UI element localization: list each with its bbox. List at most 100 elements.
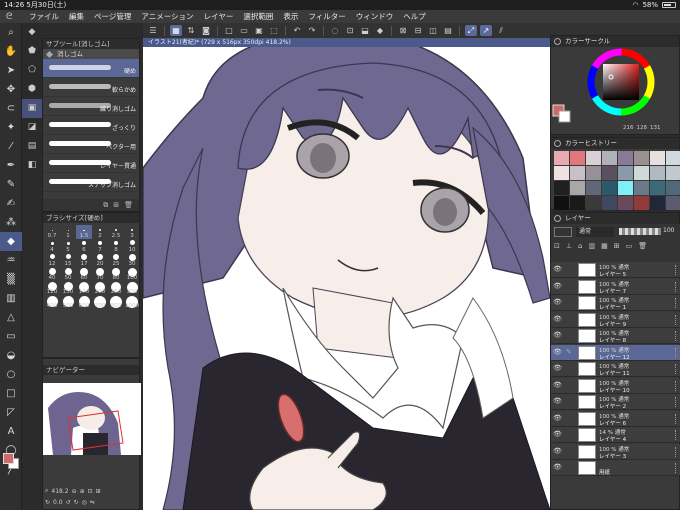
brush-item[interactable]: 軟らかめ <box>43 78 139 97</box>
layer-mask-icon[interactable]: ▦ <box>601 242 608 250</box>
menu-filter[interactable]: フィルター <box>303 11 350 22</box>
ruler-tool-icon[interactable]: ◸ <box>0 403 22 422</box>
zoom-in-icon[interactable]: ⊕ <box>80 488 85 495</box>
brush-size-cell[interactable]: 3 <box>124 225 140 239</box>
layer-drag-handle[interactable] <box>675 397 678 407</box>
subtool-soft-icon[interactable]: ⬟ <box>22 42 42 61</box>
gradient-tool-icon[interactable]: ▥ <box>0 289 22 308</box>
layer-status-icon[interactable] <box>566 463 574 473</box>
color-history-swatch[interactable] <box>650 151 665 165</box>
figure-tool-icon[interactable]: △ <box>0 308 22 327</box>
drawing-canvas[interactable] <box>143 38 550 510</box>
layer-folder-icon[interactable]: ▭ <box>626 242 633 250</box>
brush-size-cell[interactable]: 1.5 <box>76 225 92 239</box>
brush-size-cell[interactable]: 300 <box>124 281 140 295</box>
layer-status-icon[interactable] <box>566 447 574 457</box>
eye-icon[interactable]: 👁 <box>553 282 563 290</box>
brush-size-cell[interactable]: 500 <box>60 295 76 309</box>
color-history-swatch[interactable] <box>554 196 569 210</box>
airbrush-tool-icon[interactable]: ⁂ <box>0 213 22 232</box>
brush-size-cell[interactable]: 150 <box>60 281 76 295</box>
eyedropper-icon[interactable]: ⁄ <box>0 137 22 156</box>
brush-size-cell[interactable]: 1000 <box>124 295 140 309</box>
eye-icon[interactable]: 👁 <box>553 299 563 306</box>
brush-size-cell[interactable]: 20 <box>92 253 108 267</box>
brush-size-cell[interactable]: 10 <box>124 239 140 253</box>
brush-size-cell[interactable]: 6 <box>76 239 92 253</box>
redo-icon[interactable]: ↷ <box>306 25 318 36</box>
brush-size-cell[interactable]: 2.5 <box>108 225 124 239</box>
menu-edit[interactable]: 編集 <box>64 11 89 22</box>
eye-icon[interactable]: 👁 <box>553 348 563 356</box>
fill-tool-icon[interactable]: ▒ <box>0 270 22 289</box>
eye-icon[interactable]: 👁 <box>553 381 563 389</box>
color-history-swatch[interactable] <box>554 181 569 195</box>
eye-icon[interactable]: 👁 <box>553 332 563 339</box>
eye-icon[interactable]: 👁 <box>553 398 563 405</box>
rotate-left-icon[interactable]: ↺ <box>66 499 71 506</box>
new-file-icon[interactable]: □ <box>223 25 235 36</box>
subtool-tab-eraser[interactable]: 消しゴム <box>43 49 139 59</box>
layer-drag-handle[interactable] <box>675 430 678 440</box>
color-history-swatch[interactable] <box>554 166 569 180</box>
undo-icon[interactable]: ↶ <box>291 25 303 36</box>
color-history-swatch[interactable] <box>666 181 680 195</box>
layer-row[interactable]: 👁 ✎ 100 % 通常 レイヤー 12 <box>551 344 680 361</box>
color-history-swatch[interactable] <box>586 151 601 165</box>
brush-size-cell[interactable]: 8 <box>108 239 124 253</box>
brush-size-cell[interactable]: 170 <box>76 281 92 295</box>
brush-size-cell[interactable]: 2 <box>92 225 108 239</box>
brush-item[interactable]: スナップ消しゴム <box>43 173 139 192</box>
layer-drag-handle[interactable] <box>675 298 678 308</box>
clear-icon[interactable]: ◌ <box>329 25 341 36</box>
brush-size-cell[interactable]: 600 <box>76 295 92 309</box>
open-file-icon[interactable]: ▭ <box>238 25 250 36</box>
layer-status-icon[interactable] <box>566 315 574 325</box>
brush-size-cell[interactable]: 40 <box>44 267 60 281</box>
color-history-swatch[interactable] <box>586 196 601 210</box>
eye-icon[interactable]: 👁 <box>553 414 563 422</box>
layer-row[interactable]: 👁 100 % 通常 レイヤー 10 <box>551 377 680 394</box>
zoom-value[interactable]: 418.2 <box>51 488 68 495</box>
hand-tool-icon[interactable]: ✋ <box>0 42 22 61</box>
subtool-kneaded-icon[interactable]: ⬢ <box>22 80 42 99</box>
color-history-swatch[interactable] <box>586 181 601 195</box>
layer-drag-handle[interactable] <box>675 446 678 457</box>
pen-icon[interactable]: ✎ <box>566 348 574 358</box>
menu-file[interactable]: ファイル <box>24 11 64 22</box>
eye-icon[interactable]: 👁 <box>553 365 563 372</box>
layer-drag-handle[interactable] <box>675 331 678 341</box>
main-color-swatch[interactable] <box>3 453 14 464</box>
color-history-swatch[interactable] <box>602 166 617 180</box>
rect-tool-icon[interactable]: □ <box>0 384 22 403</box>
flip-icon[interactable]: ◫ <box>427 25 439 36</box>
eye-icon[interactable]: 👁 <box>553 447 563 455</box>
up-down-arrows-icon[interactable]: ⇅ <box>185 25 197 36</box>
shape-tool-icon[interactable]: ○ <box>0 365 22 384</box>
brush-size-cell[interactable]: 800 <box>108 295 124 309</box>
color-history-swatch[interactable] <box>618 166 633 180</box>
subtool-vector-icon[interactable]: ⬠ <box>22 61 42 80</box>
brush-tool-icon[interactable]: ✍ <box>0 194 22 213</box>
color-history-swatch[interactable] <box>570 196 585 210</box>
color-history-swatch[interactable] <box>570 181 585 195</box>
brush-size-cell[interactable]: 200 <box>92 281 108 295</box>
layer-row[interactable]: 👁 100 % 通常 レイヤー 1 <box>551 295 680 311</box>
snap-icon[interactable]: ↗ <box>480 25 492 36</box>
layer-drag-handle[interactable] <box>675 265 678 275</box>
subtool-extra-icon[interactable]: ◧ <box>22 156 42 175</box>
actual-size-icon[interactable]: ⊞ <box>96 488 101 495</box>
layer-row[interactable]: 👁 用紙 <box>551 460 680 476</box>
bucket-tool-icon[interactable]: ◒ <box>0 346 22 365</box>
color-history-swatch[interactable] <box>650 196 665 210</box>
color-history-swatch[interactable] <box>554 151 569 165</box>
delete-icon[interactable]: 🗑 <box>124 201 133 209</box>
export-icon[interactable]: ⬚ <box>268 25 280 36</box>
color-history-swatch[interactable] <box>650 181 665 195</box>
save-icon[interactable]: ▣ <box>253 25 265 36</box>
brush-size-cell[interactable]: 7 <box>92 239 108 253</box>
color-history-swatch[interactable] <box>634 166 649 180</box>
brush-size-cell[interactable]: 0.7 <box>44 225 60 239</box>
layer-clip-icon[interactable]: ⊡ <box>554 242 560 250</box>
subtool-snap-icon[interactable]: ▤ <box>22 137 42 156</box>
